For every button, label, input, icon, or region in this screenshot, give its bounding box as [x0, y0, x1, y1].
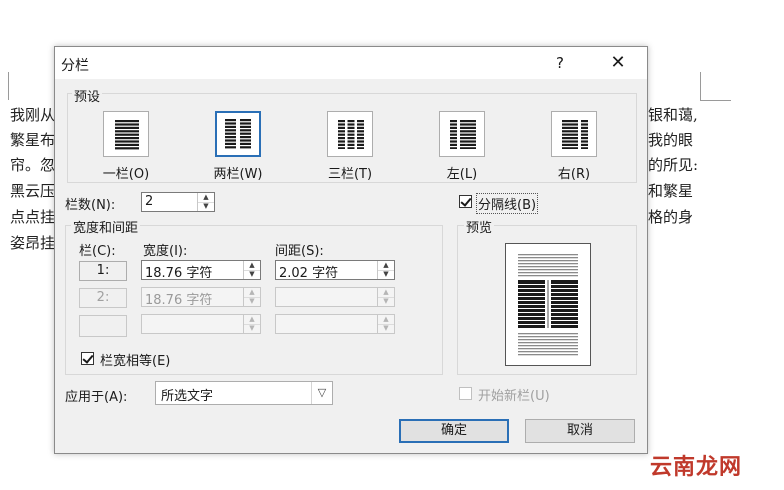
stepper-down-icon: ▼ [249, 324, 255, 332]
width-header: 宽度(I): [143, 244, 188, 259]
dialog-titlebar: 分栏 ? ✕ [55, 47, 647, 79]
apply-to-select[interactable]: 所选文字 ▽ [155, 381, 333, 405]
column-2-width-stepper: 18.76 字符 ▲ ▼ [141, 287, 261, 308]
width-spacing-group-label: 宽度和间距 [71, 217, 141, 236]
preview-layout-graphic [518, 254, 578, 356]
column-1-width-value: 18.76 字符 [145, 266, 213, 281]
apply-to-value: 所选文字 [161, 389, 214, 404]
stepper-arrows: ▲ ▼ [243, 288, 260, 306]
ok-button[interactable]: 确定 [399, 419, 509, 443]
watermark-logo: 云南龙网 [650, 455, 743, 480]
stepper-arrows: ▲ ▼ [377, 261, 394, 279]
close-button[interactable]: ✕ [603, 51, 633, 75]
help-button[interactable]: ? [549, 51, 571, 75]
columns-dialog: 分栏 ? ✕ 预设 一栏(O) 两栏(W) 三栏(T) 左(L) 右(R) 栏数… [54, 46, 648, 454]
three-columns-icon [337, 120, 365, 149]
column-2-spacing-stepper: ▲ ▼ [275, 287, 395, 307]
stepper-arrows: ▲ ▼ [243, 261, 260, 279]
cancel-button[interactable]: 取消 [525, 419, 635, 443]
column-number-3 [79, 315, 127, 337]
stepper-down-icon: ▼ [383, 324, 389, 332]
doc-text-line: 银和蔼, [648, 106, 698, 124]
preset-right-label: 右(R) [557, 167, 591, 182]
one-column-icon [115, 120, 139, 150]
column-3-width-stepper: ▲ ▼ [141, 314, 261, 334]
column-1-spacing-stepper[interactable]: 2.02 字符 ▲ ▼ [275, 260, 395, 281]
num-columns-label: 栏数(N): [65, 198, 116, 213]
close-icon: ✕ [610, 52, 626, 73]
doc-text-line: 格的身 [648, 208, 694, 226]
apply-to-label: 应用于(A): [65, 390, 128, 405]
num-columns-stepper[interactable]: 2 ▲ ▼ [141, 192, 215, 212]
preset-left[interactable] [439, 111, 485, 157]
doc-text-line: 黑云压 [10, 182, 56, 200]
doc-text-line: 和繁星 [648, 182, 694, 200]
right-column-icon [561, 120, 589, 149]
preset-three-columns[interactable] [327, 111, 373, 157]
column-1-spacing-value: 2.02 字符 [279, 266, 339, 281]
column-number-1: 1: [79, 261, 127, 281]
stepper-down-icon: ▼ [383, 297, 389, 305]
doc-text-line: 的所见: [648, 156, 699, 174]
doc-text-line: 帘。忽 [10, 156, 56, 174]
new-column-checkbox [459, 387, 472, 400]
page-corner-mark-left [8, 72, 9, 100]
two-columns-icon [225, 119, 251, 149]
preset-one-column-label: 一栏(O) [102, 167, 150, 182]
doc-text-line: 点点挂 [10, 208, 56, 226]
divider-label[interactable]: 分隔线(B) [476, 193, 539, 214]
divider-checkbox[interactable] [459, 195, 472, 208]
preset-left-label: 左(L) [446, 167, 478, 182]
page-corner-mark-right [700, 72, 731, 101]
new-column-label: 开始新栏(U) [478, 389, 550, 404]
preset-two-columns[interactable] [215, 111, 261, 157]
preset-right[interactable] [551, 111, 597, 157]
stepper-down-icon: ▼ [249, 297, 255, 305]
column-number-2: 2: [79, 288, 127, 308]
preset-three-columns-label: 三栏(T) [327, 167, 373, 182]
col-header: 栏(C): [79, 244, 116, 259]
stepper-down-icon[interactable]: ▼ [378, 270, 394, 279]
preview-page [505, 243, 591, 366]
stepper-arrows: ▲ ▼ [377, 315, 394, 333]
column-3-spacing-stepper: ▲ ▼ [275, 314, 395, 334]
num-columns-value: 2 [145, 194, 154, 209]
preset-two-columns-label: 两栏(W) [213, 167, 263, 182]
stepper-down-icon[interactable]: ▼ [198, 202, 214, 211]
doc-text-line: 我刚从 [10, 106, 56, 124]
presets-group-label: 预设 [72, 86, 103, 105]
equal-width-checkbox[interactable] [81, 352, 94, 365]
chevron-down-icon: ▽ [311, 382, 332, 404]
column-2-width-value: 18.76 字符 [145, 293, 213, 308]
stepper-arrows: ▲ ▼ [377, 288, 394, 306]
left-column-icon [449, 120, 477, 149]
equal-width-label[interactable]: 栏宽相等(E) [100, 350, 170, 369]
column-1-width-stepper[interactable]: 18.76 字符 ▲ ▼ [141, 260, 261, 281]
doc-text-line: 姿昂挂 [10, 234, 56, 252]
stepper-down-icon[interactable]: ▼ [244, 270, 260, 279]
doc-text-line: 我的眼 [648, 131, 694, 149]
stepper-arrows: ▲ ▼ [243, 315, 260, 333]
preview-group-label: 预览 [464, 217, 495, 236]
doc-text-line: 繁星布 [10, 131, 56, 149]
stepper-arrows: ▲ ▼ [197, 193, 214, 211]
spacing-header: 间距(S): [275, 244, 324, 259]
dialog-title: 分栏 [61, 58, 89, 74]
preset-one-column[interactable] [103, 111, 149, 157]
